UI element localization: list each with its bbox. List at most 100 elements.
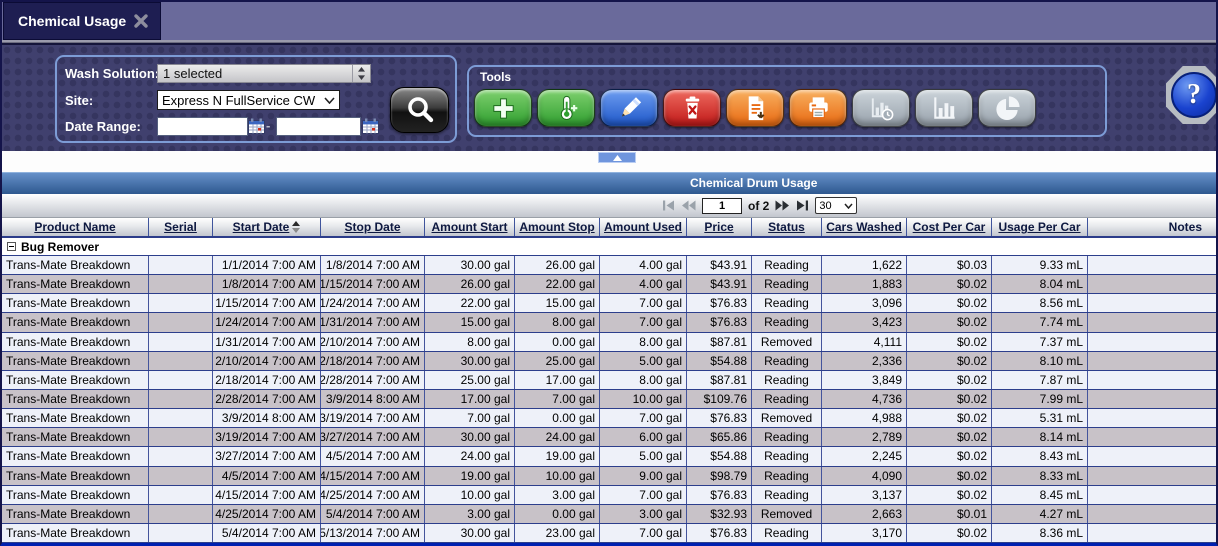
cell-cost-per-car: $0.03 <box>907 256 992 274</box>
cell-price: $109.76 <box>687 390 752 408</box>
table-row[interactable]: Trans-Mate Breakdown1/24/2014 7:00 AM1/3… <box>2 313 1216 332</box>
cell-amount-stop: 0.00 gal <box>515 505 600 523</box>
cell-cost-per-car: $0.02 <box>907 390 992 408</box>
column-header-amount-stop[interactable]: Amount Stop <box>515 218 600 236</box>
table-row[interactable]: Trans-Mate Breakdown3/19/2014 7:00 AM3/2… <box>2 428 1216 447</box>
cell-product-name: Trans-Mate Breakdown <box>2 352 149 370</box>
column-header-usage-per-car[interactable]: Usage Per Car <box>992 218 1088 236</box>
column-header-start-date[interactable]: Start Date <box>213 218 321 236</box>
cell-stop-date: 1/24/2014 7:00 AM <box>321 294 425 312</box>
table-row[interactable]: Trans-Mate Breakdown1/8/2014 7:00 AM1/15… <box>2 275 1216 294</box>
next-page-button[interactable] <box>775 200 790 211</box>
cell-status: Reading <box>752 256 822 274</box>
date-to-calendar-button[interactable] <box>362 118 379 134</box>
cell-status: Reading <box>752 428 822 446</box>
cell-amount-used: 4.00 gal <box>600 256 687 274</box>
column-header-cost-per-car[interactable]: Cost Per Car <box>907 218 992 236</box>
search-button[interactable] <box>390 87 449 133</box>
column-header-label: Product Name <box>34 220 115 234</box>
cell-cars-washed: 4,988 <box>822 409 907 427</box>
column-header-amount-start[interactable]: Amount Start <box>425 218 515 236</box>
cell-stop-date: 2/10/2014 7:00 AM <box>321 333 425 351</box>
first-page-button[interactable] <box>662 200 675 211</box>
cell-product-name: Trans-Mate Breakdown <box>2 505 149 523</box>
cell-amount-stop: 8.00 gal <box>515 313 600 331</box>
column-header-product-name[interactable]: Product Name <box>2 218 149 236</box>
table-row[interactable]: Trans-Mate Breakdown2/18/2014 7:00 AM2/2… <box>2 371 1216 390</box>
cell-amount-used: 7.00 gal <box>600 313 687 331</box>
column-header-status[interactable]: Status <box>752 218 822 236</box>
cell-start-date: 1/24/2014 7:00 AM <box>213 313 321 331</box>
cell-product-name: Trans-Mate Breakdown <box>2 256 149 274</box>
bar-chart-button[interactable] <box>915 89 973 127</box>
temperature-button[interactable] <box>537 89 595 127</box>
cell-start-date: 4/15/2014 7:00 AM <box>213 486 321 504</box>
cell-usage-per-car: 4.27 mL <box>992 505 1088 523</box>
help-button[interactable]: ? <box>1166 66 1218 124</box>
column-header-price[interactable]: Price <box>687 218 752 236</box>
add-button[interactable] <box>474 89 532 127</box>
cell-notes <box>1088 371 1216 389</box>
last-page-button[interactable] <box>796 200 809 211</box>
edit-button[interactable] <box>600 89 658 127</box>
column-header-cars-washed[interactable]: Cars Washed <box>822 218 907 236</box>
table-row[interactable]: Trans-Mate Breakdown4/15/2014 7:00 AM4/2… <box>2 486 1216 505</box>
cell-notes <box>1088 256 1216 274</box>
print-button[interactable] <box>789 89 847 127</box>
cell-price: $76.83 <box>687 486 752 504</box>
first-page-icon <box>662 200 675 211</box>
date-from-input[interactable] <box>157 117 248 136</box>
table-row[interactable]: Trans-Mate Breakdown4/25/2014 7:00 AM5/4… <box>2 505 1216 524</box>
grid-header-row: Product NameSerialStart DateStop DateAmo… <box>2 218 1216 238</box>
cell-amount-start: 17.00 gal <box>425 390 515 408</box>
prev-page-button[interactable] <box>681 200 696 211</box>
table-row[interactable]: Trans-Mate Breakdown3/9/2014 8:00 AM3/19… <box>2 409 1216 428</box>
collapse-panel-button[interactable] <box>598 152 636 163</box>
cell-amount-start: 25.00 gal <box>425 371 515 389</box>
table-row[interactable]: Trans-Mate Breakdown4/5/2014 7:00 AM4/15… <box>2 467 1216 486</box>
cell-price: $76.83 <box>687 294 752 312</box>
report-export-button[interactable] <box>726 89 784 127</box>
cell-notes <box>1088 313 1216 331</box>
cell-product-name: Trans-Mate Breakdown <box>2 486 149 504</box>
column-header-amount-used[interactable]: Amount Used <box>600 218 687 236</box>
page-size-value: 30 <box>819 200 831 212</box>
cell-status: Reading <box>752 467 822 485</box>
date-to-input[interactable] <box>276 117 361 136</box>
table-row[interactable]: Trans-Mate Breakdown2/28/2014 7:00 AM3/9… <box>2 390 1216 409</box>
date-from-calendar-button[interactable] <box>248 118 265 134</box>
cell-stop-date: 2/28/2014 7:00 AM <box>321 371 425 389</box>
page-size-select[interactable]: 30 <box>815 197 857 214</box>
page-number-input[interactable] <box>702 198 742 214</box>
usage-history-button[interactable] <box>852 89 910 127</box>
cell-product-name: Trans-Mate Breakdown <box>2 390 149 408</box>
wash-solution-dropdown[interactable]: 1 selected <box>157 64 371 83</box>
group-collapse-toggle[interactable] <box>7 242 16 251</box>
cell-cars-washed: 4,736 <box>822 390 907 408</box>
cell-notes <box>1088 524 1216 542</box>
cell-notes <box>1088 409 1216 427</box>
search-icon <box>403 93 437 127</box>
cell-stop-date: 1/8/2014 7:00 AM <box>321 256 425 274</box>
column-header-stop-date[interactable]: Stop Date <box>321 218 425 236</box>
tab-chemical-usage[interactable]: Chemical Usage <box>3 2 161 40</box>
cell-start-date: 3/9/2014 8:00 AM <box>213 409 321 427</box>
tab-strip: Chemical Usage <box>2 2 1216 40</box>
column-header-label: Price <box>704 220 733 234</box>
cell-status: Removed <box>752 333 822 351</box>
delete-button[interactable] <box>663 89 721 127</box>
tab-title: Chemical Usage <box>18 13 126 29</box>
column-header-serial[interactable]: Serial <box>149 218 213 236</box>
table-row[interactable]: Trans-Mate Breakdown1/15/2014 7:00 AM1/2… <box>2 294 1216 313</box>
table-row[interactable]: Trans-Mate Breakdown2/10/2014 7:00 AM2/1… <box>2 352 1216 371</box>
tab-close-icon[interactable] <box>134 14 148 28</box>
pie-chart-button[interactable] <box>978 89 1036 127</box>
cell-amount-stop: 22.00 gal <box>515 275 600 293</box>
site-select[interactable]: Express N FullService CW <box>157 90 340 110</box>
table-row[interactable]: Trans-Mate Breakdown1/31/2014 7:00 AM2/1… <box>2 333 1216 352</box>
table-row[interactable]: Trans-Mate Breakdown5/4/2014 7:00 AM5/13… <box>2 524 1216 543</box>
cell-amount-stop: 10.00 gal <box>515 467 600 485</box>
table-row[interactable]: Trans-Mate Breakdown1/1/2014 7:00 AM1/8/… <box>2 256 1216 275</box>
cell-stop-date: 4/15/2014 7:00 AM <box>321 467 425 485</box>
table-row[interactable]: Trans-Mate Breakdown3/27/2014 7:00 AM4/5… <box>2 447 1216 466</box>
